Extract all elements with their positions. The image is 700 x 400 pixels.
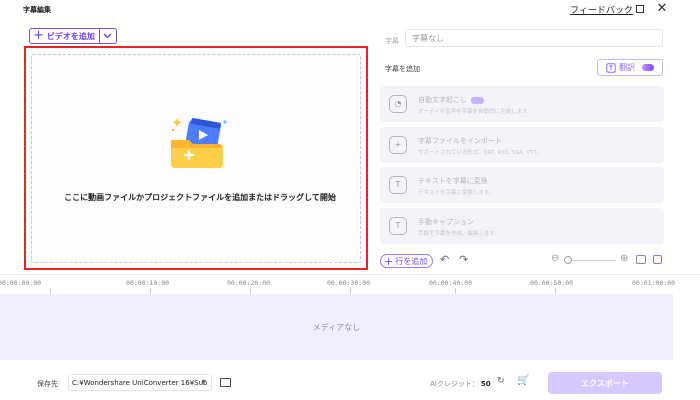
maximize-icon: [636, 5, 644, 13]
export-button[interactable]: エクスポート: [548, 372, 662, 394]
text-to-subtitle-icon: T: [389, 176, 407, 194]
close-button[interactable]: ✕: [655, 1, 669, 16]
auto-transcribe-option[interactable]: ◔ 自動文字起こし オーディオ音声を字幕を自動的に生成します。: [380, 86, 664, 122]
option-description: サポートされている形式：SRT, ASS, SSA, VTT。: [418, 150, 543, 156]
add-video-button[interactable]: + ビデオを追加: [30, 29, 100, 43]
option-title: 字幕ファイルをインポート: [418, 137, 502, 145]
zoom-slider[interactable]: [566, 260, 616, 261]
manual-caption-icon: T: [389, 217, 407, 235]
refresh-icon[interactable]: ↻: [497, 376, 505, 386]
tick-label: 00:01:00:00: [632, 279, 676, 287]
ai-credit-label: AIクレジット：: [430, 380, 479, 388]
translate-label: 翻訳: [619, 63, 635, 72]
close-icon: ✕: [656, 1, 668, 16]
tick-label: 00:00:00:00: [0, 279, 42, 287]
undo-icon[interactable]: ↶: [440, 253, 449, 266]
save-path-value: C:¥Wondershare UniConverter 16¥Sub: [72, 379, 208, 387]
subtitle-label: 字幕: [385, 37, 399, 45]
auto-transcribe-icon: ◔: [389, 95, 407, 113]
subtitle-select[interactable]: 字幕なし: [405, 29, 663, 47]
bottom-bar: 保存先 C:¥Wondershare UniConverter 16¥Sub ▼…: [0, 366, 700, 400]
redo-icon[interactable]: ↷: [459, 253, 468, 266]
ai-toggle-icon: [642, 64, 654, 71]
chevron-down-icon: ▼: [201, 379, 206, 386]
translate-button[interactable]: 翻訳: [597, 59, 663, 76]
import-icon: +: [389, 136, 407, 154]
feedback-link[interactable]: フィードバック: [570, 3, 633, 16]
timeline-ruler: 00:00:00:00 00:00:10:00 00:00:20:00 00:0…: [0, 274, 700, 294]
tick-label: 00:00:50:00: [530, 279, 574, 287]
cart-icon[interactable]: 🛒: [517, 375, 529, 386]
option-description: テキストを字幕に変換します。: [418, 190, 495, 196]
highlight-frame: [24, 46, 368, 270]
tick-label: 00:00:10:00: [126, 279, 170, 287]
ai-credit-text: AIクレジット： 50: [430, 379, 491, 389]
chevron-down-icon: [103, 33, 112, 39]
fit-timeline-icon[interactable]: [636, 255, 646, 264]
zoom-out-icon[interactable]: ⊖: [551, 253, 559, 264]
folder-icon[interactable]: [220, 378, 231, 387]
title-bar: 字幕編集 フィードバック ✕: [0, 0, 700, 20]
add-video-dropdown[interactable]: [100, 29, 116, 43]
timeline-track-area[interactable]: メディアなし: [0, 294, 673, 360]
timeline-settings-icon[interactable]: [653, 255, 662, 264]
translate-icon: [606, 62, 616, 73]
save-location-label: 保存先: [37, 380, 58, 388]
plus-icon: +: [33, 28, 44, 43]
tick-label: 00:00:30:00: [327, 279, 371, 287]
ai-badge-icon: [471, 96, 484, 104]
zoom-in-icon[interactable]: ⊕: [620, 253, 628, 264]
text-to-subtitle-option[interactable]: T テキストを字幕に変換 テキストを字幕に変換します。: [380, 167, 664, 203]
option-description: 手動で字幕を作成、編集します。: [418, 231, 500, 237]
save-path-select[interactable]: C:¥Wondershare UniConverter 16¥Sub ▼: [68, 374, 212, 391]
window-title: 字幕編集: [23, 6, 51, 14]
option-title: 自動文字起こし: [418, 96, 467, 104]
maximize-button[interactable]: [633, 3, 647, 15]
option-title: 手動キャプション: [418, 218, 474, 226]
plus-icon: +: [384, 254, 394, 268]
add-video-label: ビデオを追加: [46, 31, 95, 41]
add-subtitle-heading: 字幕を追加: [385, 65, 420, 73]
add-row-label: 行を追加: [395, 256, 428, 266]
option-title: テキストを字幕に変換: [418, 177, 488, 185]
no-media-text: メディアなし: [312, 323, 361, 332]
add-row-button[interactable]: + 行を追加: [380, 254, 434, 268]
option-description: オーディオ音声を字幕を自動的に生成します。: [418, 109, 533, 115]
tick-label: 00:00:40:00: [429, 279, 473, 287]
zoom-slider-handle[interactable]: [564, 256, 572, 264]
import-subtitle-option[interactable]: + 字幕ファイルをインポート サポートされている形式：SRT, ASS, SSA…: [380, 127, 664, 163]
add-video-button-group: + ビデオを追加: [29, 28, 117, 44]
ai-credit-value: 50: [480, 380, 491, 388]
tick-label: 00:00:20:00: [227, 279, 271, 287]
manual-caption-option[interactable]: T 手動キャプション 手動で字幕を作成、編集します。: [380, 208, 664, 244]
